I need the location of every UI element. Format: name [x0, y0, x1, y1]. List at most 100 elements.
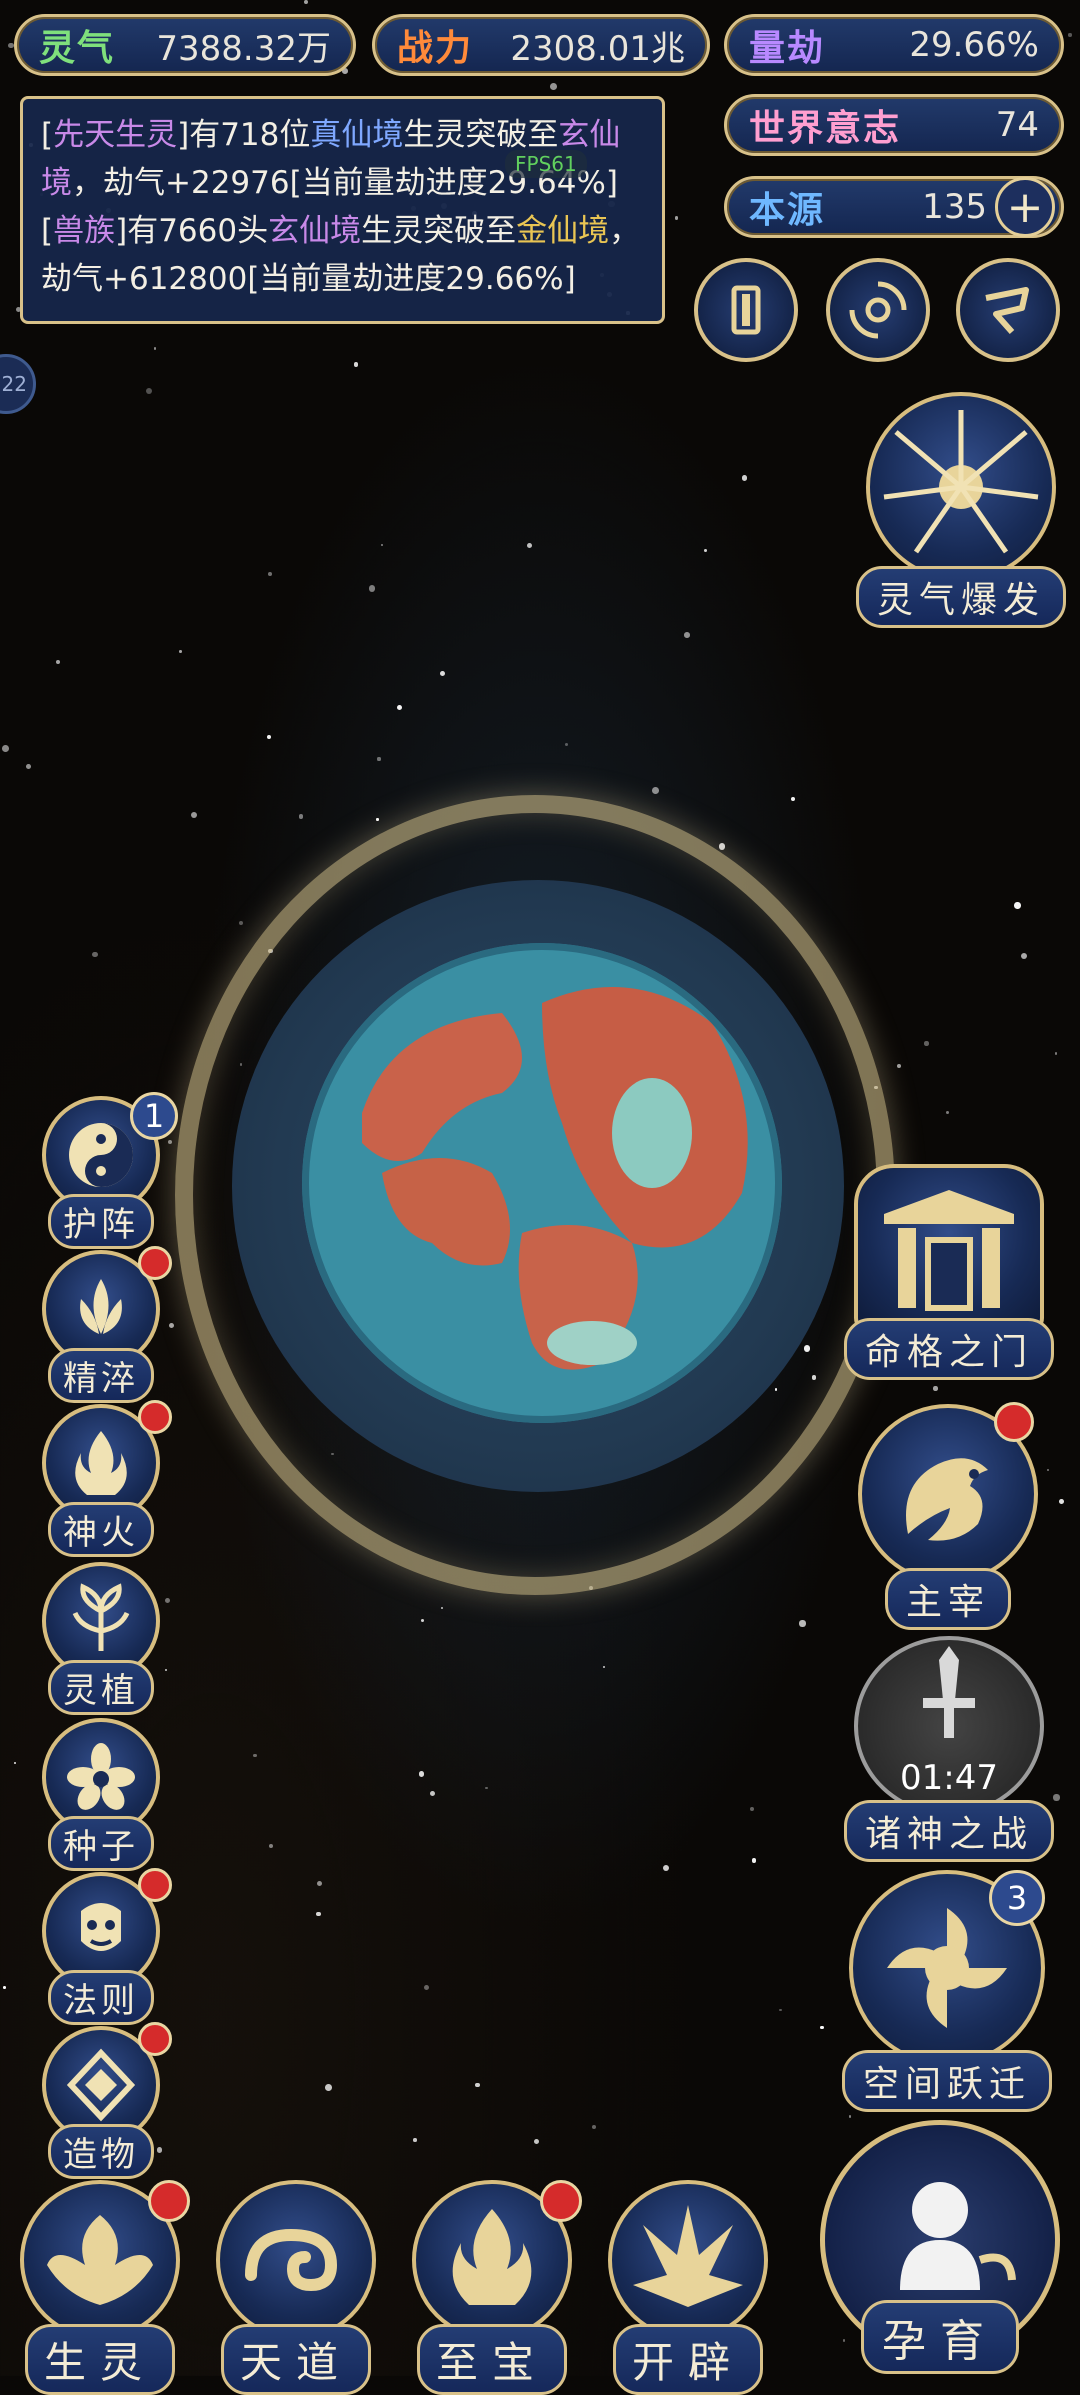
right-button-kongjian-yueqian[interactable]: 3 空间跃迁	[842, 1870, 1053, 2112]
vortex-icon	[849, 281, 907, 339]
left-button-zhongzi[interactable]: 种子	[42, 1718, 160, 1871]
star-dot	[441, 1607, 444, 1610]
nav-yunyu[interactable]: 孕育	[820, 2120, 1060, 2374]
star-dot	[179, 650, 182, 654]
war-countdown-timer: 01:47	[900, 1758, 998, 1798]
star-dot	[897, 1063, 902, 1068]
sword-icon	[923, 1646, 975, 1738]
star-dot	[316, 1880, 322, 1887]
star-dot	[741, 475, 748, 482]
liangjie-label: 量劫	[749, 28, 826, 69]
faze-label: 法则	[48, 1970, 154, 2025]
zhanli-label: 战力	[397, 28, 474, 69]
star-dot	[719, 843, 726, 850]
lingzhi-label: 灵植	[48, 1660, 154, 1715]
left-button-jingcui[interactable]: 精淬	[42, 1246, 172, 1403]
dragon-icon	[906, 1458, 988, 1541]
star-dot	[298, 814, 304, 819]
burst-label: 灵气爆发	[856, 566, 1067, 628]
star-dot	[946, 1110, 950, 1115]
mingge-label: 命格之门	[844, 1318, 1055, 1380]
star-dot	[1014, 902, 1021, 909]
star-dot	[475, 2082, 480, 2088]
planet-surface	[302, 943, 782, 1423]
kaipi-label: 开辟	[612, 2324, 763, 2395]
star-dot	[165, 1668, 168, 1671]
star-dot	[418, 1771, 425, 1777]
kongjian-label: 空间跃迁	[842, 2050, 1053, 2112]
star-dot	[1054, 1051, 1058, 1055]
benyuan-value: 135	[922, 187, 987, 227]
lingqi-burst-button[interactable]: 灵气爆发	[856, 392, 1067, 628]
star-dot	[368, 585, 376, 592]
flag-icon	[985, 287, 1029, 334]
side-level-value: 22	[1, 372, 27, 396]
star-dot	[92, 951, 98, 958]
shengling-alert-dot	[148, 2180, 190, 2222]
zhanli-stat[interactable]: 战力 2308.01兆	[372, 14, 710, 76]
side-level-tab[interactable]: 22	[0, 354, 36, 414]
seed-flower-icon	[67, 1743, 135, 1810]
left-button-huzhen[interactable]: 1 护阵	[42, 1092, 178, 1249]
zhongzi-label: 种子	[48, 1816, 154, 1871]
zhibao-orb	[412, 2180, 582, 2340]
kongjian-badge: 3	[989, 1870, 1045, 1926]
yunyu-label: 孕育	[861, 2300, 1019, 2374]
cards-button[interactable]	[694, 258, 798, 362]
nav-zhibao[interactable]: 至宝	[412, 2180, 582, 2395]
star-dot	[790, 797, 795, 802]
star-dot	[683, 632, 690, 638]
flag-button[interactable]	[956, 258, 1060, 362]
right-button-zhushen-zhizhan[interactable]: 01:47 诸神之战	[844, 1636, 1055, 1862]
lingqi-stat[interactable]: 灵气 7388.32万	[14, 14, 356, 76]
left-button-zaowu[interactable]: 造物	[42, 2022, 172, 2179]
star-dot	[1, 745, 9, 752]
zhuzai-label: 主宰	[884, 1568, 1011, 1630]
planet-world[interactable]	[302, 943, 782, 1423]
nav-tiandao[interactable]: 天道	[216, 2180, 376, 2395]
zhibao-label: 至宝	[416, 2324, 567, 2395]
nav-shengling[interactable]: 生灵	[20, 2180, 190, 2395]
star-dot	[413, 2138, 417, 2142]
left-button-lingzhi[interactable]: 灵植	[42, 1562, 160, 1715]
left-button-faze[interactable]: 法则	[42, 1868, 172, 2025]
fps-counter: FPS61	[505, 150, 587, 178]
benyuan-stat[interactable]: 本源 135 +	[724, 176, 1064, 238]
star-dot	[485, 1786, 488, 1790]
starburst-icon	[883, 410, 1039, 554]
star-dot	[603, 1665, 606, 1669]
star-dot	[799, 1620, 806, 1627]
lingqi-label: 灵气	[39, 28, 116, 69]
shijie-yizhi-stat[interactable]: 世界意志 74	[724, 94, 1064, 156]
zhuzai-alert-dot	[994, 1402, 1034, 1442]
left-button-shenhuo[interactable]: 神火	[42, 1400, 172, 1557]
kaipi-orb	[608, 2180, 768, 2340]
right-button-zhuzai[interactable]: 主宰	[858, 1402, 1038, 1630]
spirit-plant-icon	[72, 1583, 130, 1651]
liangjie-stat[interactable]: 量劫 29.66%	[724, 14, 1064, 76]
shenhuo-alert-dot	[138, 1400, 172, 1434]
star-dot	[303, 0, 308, 5]
star-dot	[316, 1911, 321, 1917]
zaowu-label: 造物	[48, 2124, 154, 2179]
zhibao-alert-dot	[540, 2180, 582, 2222]
tiandao-orb	[216, 2180, 376, 2340]
star-dot	[1068, 33, 1072, 37]
star-dot	[1053, 1794, 1060, 1801]
vortex-button[interactable]	[826, 258, 930, 362]
star-dot	[848, 2115, 852, 2118]
star-dot	[167, 1139, 172, 1144]
star-dot	[25, 763, 31, 769]
star-dot	[164, 1597, 171, 1603]
yinyang-icon	[69, 1123, 133, 1187]
star-dot	[651, 787, 659, 795]
event-log-panel: [先天生灵]有718位真仙境生灵突破至玄仙境，劫气+22976[当前量劫进度29…	[20, 96, 665, 324]
star-dot	[424, 1984, 430, 1990]
mingge-orb	[854, 1164, 1044, 1334]
benyuan-add-button[interactable]: +	[995, 177, 1055, 237]
right-button-mingge[interactable]: 命格之门	[844, 1164, 1055, 1380]
kongjian-orb: 3	[849, 1870, 1045, 2066]
nav-kaipi[interactable]: 开辟	[608, 2180, 768, 2395]
burst-orb	[866, 392, 1056, 582]
zhushen-label: 诸神之战	[844, 1800, 1055, 1862]
